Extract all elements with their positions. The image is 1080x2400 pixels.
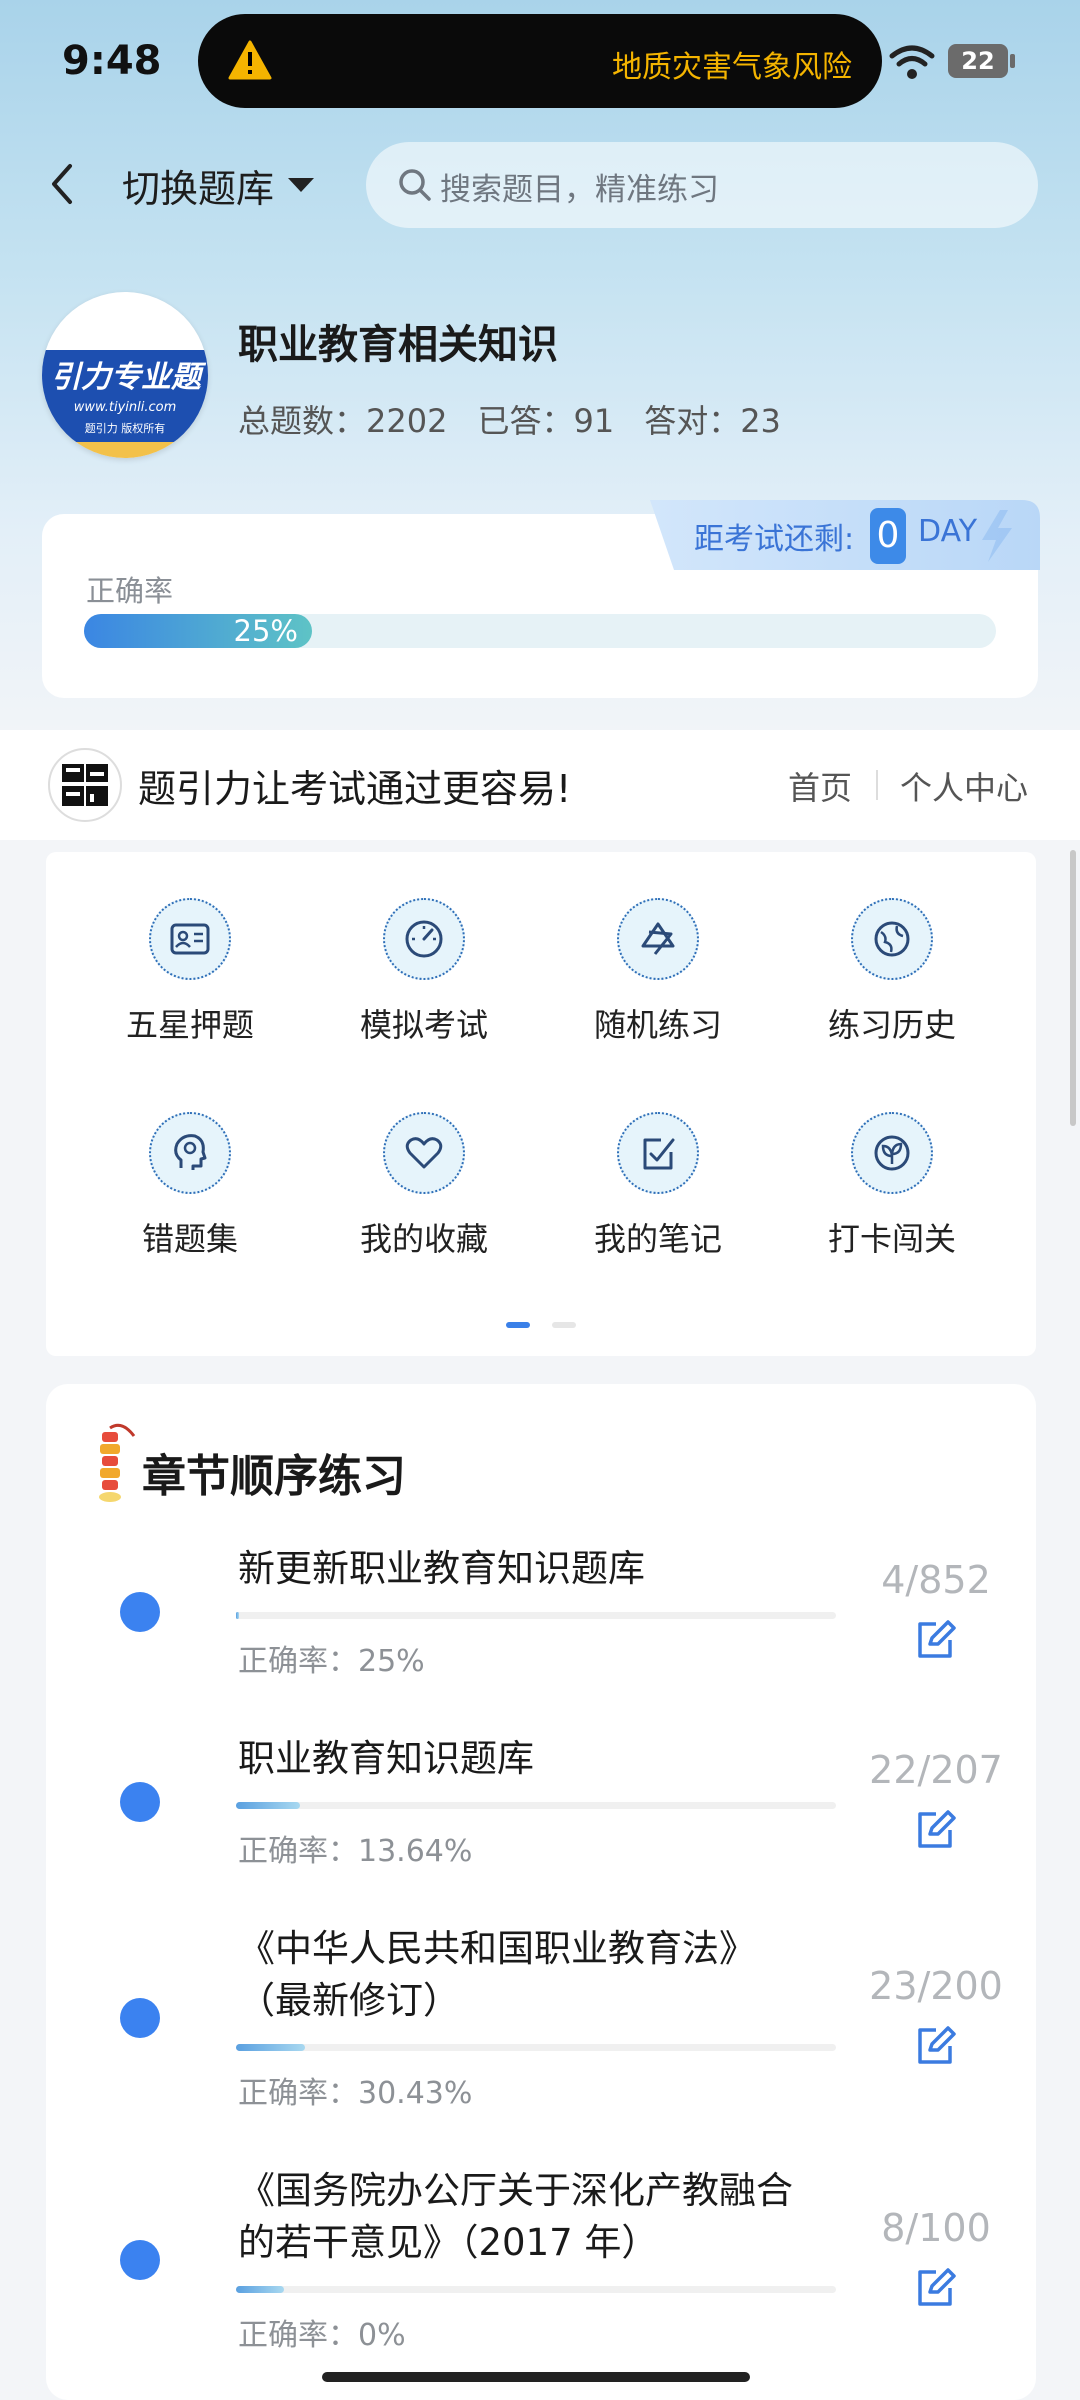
grid-item-label: 随机练习 xyxy=(593,1006,722,1044)
switch-bank-button[interactable]: 切换题库 xyxy=(122,158,274,213)
logo-text: 引力专业题 xyxy=(51,360,201,395)
grid-item-five-star[interactable]: 五星押题 xyxy=(80,898,300,1046)
chapter-practice-card xyxy=(46,1384,1036,2400)
grid-item-checkin[interactable]: 打卡闯关 xyxy=(782,1112,1002,1260)
grid-item-label: 练习历史 xyxy=(827,1006,956,1044)
grid-item-notes[interactable]: 我的笔记 xyxy=(548,1112,768,1260)
accuracy-label: 正确率 xyxy=(86,574,174,608)
heart-icon xyxy=(383,1112,465,1194)
grid-item-label: 错题集 xyxy=(141,1220,238,1258)
feature-grid: 五星押题 模拟考试 随机练习 练习历史 错题集 我的收藏 我的笔记 打卡闯关 xyxy=(46,852,1036,1356)
brain-head-icon xyxy=(149,1112,231,1194)
wifi-icon xyxy=(889,45,935,79)
grid-item-history[interactable]: 练习历史 xyxy=(782,898,1002,1046)
bank-logo: 引力专业题 www.tiyinli.com 题引力 版权所有 xyxy=(42,292,208,458)
search-placeholder: 搜索题目，精准练习 xyxy=(440,172,719,208)
random-icon xyxy=(617,898,699,980)
pager-dot-active[interactable] xyxy=(506,1322,530,1328)
nav-divider xyxy=(876,770,878,800)
warning-icon xyxy=(228,40,272,80)
search-icon xyxy=(399,169,431,201)
grid-item-label: 五星押题 xyxy=(125,1006,254,1044)
answered-count: 已答：91 xyxy=(477,402,615,440)
grid-item-mock-exam[interactable]: 模拟考试 xyxy=(314,898,534,1046)
grid-item-favorites[interactable]: 我的收藏 xyxy=(314,1112,534,1260)
back-icon[interactable] xyxy=(44,160,80,208)
caret-down-icon[interactable] xyxy=(288,178,314,192)
correct-count: 答对：23 xyxy=(644,402,781,440)
brand-logo-icon xyxy=(62,764,108,806)
search-bar[interactable]: 搜索题目，精准练习 xyxy=(366,142,1038,228)
bank-title: 职业教育相关知识 xyxy=(238,322,558,368)
logo-subtext: 题引力 版权所有 xyxy=(84,422,166,435)
brand-bar: 题引力让考试通过更容易! 首页 个人中心 xyxy=(0,730,1080,840)
note-check-icon xyxy=(617,1112,699,1194)
countdown-days: 0 xyxy=(870,508,906,564)
bank-stats: 总题数：2202 已答：91 答对：23 xyxy=(238,396,811,442)
grid-item-label: 我的收藏 xyxy=(359,1220,488,1258)
total-count: 总题数：2202 xyxy=(238,402,448,440)
gauge-icon xyxy=(383,898,465,980)
brand-logo xyxy=(48,748,122,822)
dynamic-island-alert[interactable]: 地质灾害气象风险 xyxy=(198,14,882,108)
grid-item-random-practice[interactable]: 随机练习 xyxy=(548,898,768,1046)
sprout-icon xyxy=(851,1112,933,1194)
home-indicator[interactable] xyxy=(322,2372,750,2382)
accuracy-bar-fill: 25% xyxy=(84,614,312,648)
countdown-unit: DAY xyxy=(918,514,978,549)
grid-item-wrong-set[interactable]: 错题集 xyxy=(80,1112,300,1260)
countdown-label: 距考试还剩: xyxy=(694,522,855,557)
status-time: 9:48 xyxy=(62,38,162,84)
nav-home-link[interactable]: 首页 xyxy=(788,763,852,809)
battery-indicator: 22 xyxy=(948,44,1008,78)
nav-personal-center-link[interactable]: 个人中心 xyxy=(900,763,1028,809)
weather-alert-text: 地质灾害气象风险 xyxy=(612,50,852,85)
chapter-section-title: 章节顺序练习 xyxy=(142,1451,406,1502)
firecracker-icon xyxy=(99,1423,136,1502)
grid-item-label: 模拟考试 xyxy=(359,1006,488,1044)
scrollbar[interactable] xyxy=(1070,850,1076,1126)
grid-item-label: 我的笔记 xyxy=(593,1220,722,1258)
grid-item-label: 打卡闯关 xyxy=(827,1220,956,1258)
brand-slogan: 题引力让考试通过更容易! xyxy=(138,767,572,811)
battery-tip xyxy=(1010,54,1015,68)
id-card-icon xyxy=(149,898,231,980)
pager-dot[interactable] xyxy=(552,1322,576,1328)
globe-icon xyxy=(851,898,933,980)
logo-url: www.tiyinli.com xyxy=(73,400,177,415)
